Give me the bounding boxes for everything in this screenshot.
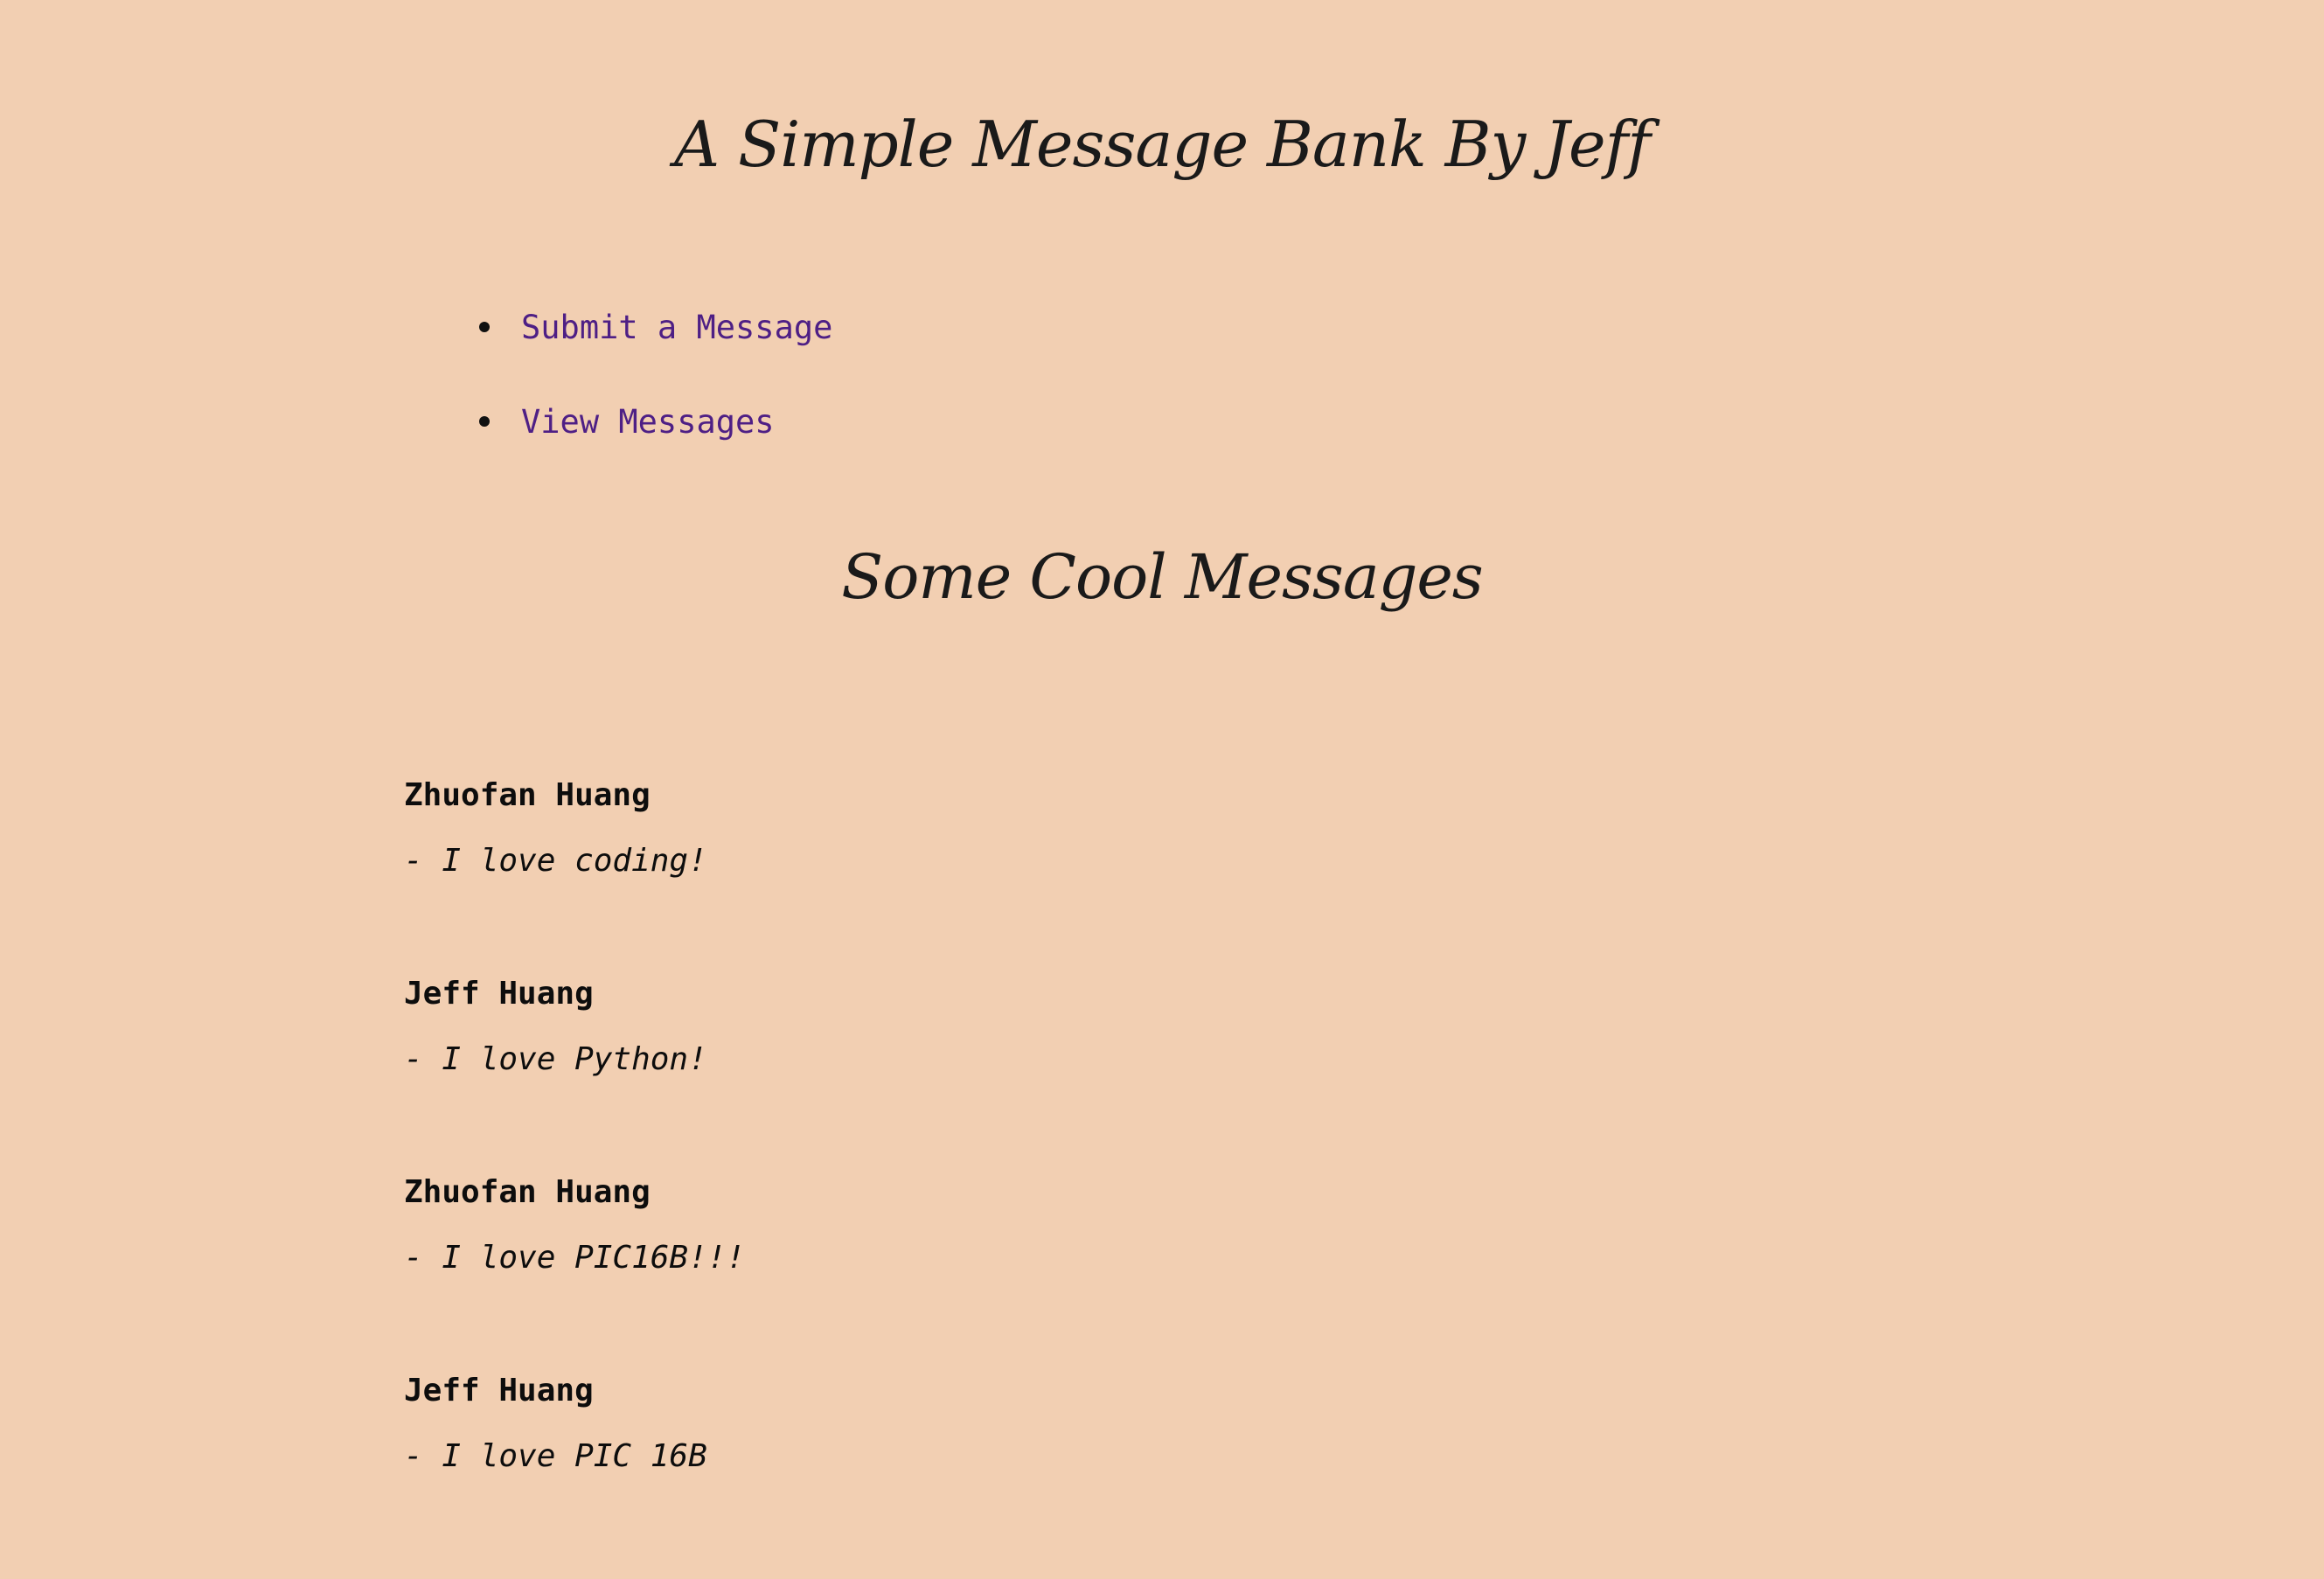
bullet-icon bbox=[479, 322, 490, 332]
bullet-icon bbox=[479, 416, 490, 427]
message-author: Zhuofan Huang bbox=[404, 777, 651, 813]
page: A Simple Message Bank By Jeff Submit a M… bbox=[0, 0, 2324, 1579]
message-item: Zhuofan Huang - I love coding! bbox=[404, 761, 745, 959]
submit-message-link[interactable]: Submit a Message bbox=[521, 309, 832, 346]
message-text: - I love Python! bbox=[404, 1041, 707, 1077]
nav-item-view: View Messages bbox=[470, 374, 832, 469]
page-title: A Simple Message Bank By Jeff bbox=[674, 108, 1651, 181]
nav-item-submit: Submit a Message bbox=[470, 280, 832, 374]
message-text: - I love PIC16B!!! bbox=[404, 1240, 746, 1276]
message-author: Zhuofan Huang bbox=[404, 1174, 651, 1210]
message-item: Zhuofan Huang - I love PIC16B!!! bbox=[404, 1158, 745, 1356]
nav-list: Submit a Message View Messages bbox=[470, 280, 832, 469]
message-item: Jeff Huang - I love PIC 16B bbox=[404, 1356, 745, 1555]
message-author: Jeff Huang bbox=[404, 976, 594, 1012]
message-text: - I love coding! bbox=[404, 843, 707, 879]
message-item: Jeff Huang - I love Python! bbox=[404, 959, 745, 1158]
view-messages-link[interactable]: View Messages bbox=[521, 403, 775, 441]
message-list: Zhuofan Huang - I love coding! Jeff Huan… bbox=[404, 761, 745, 1555]
message-text: - I love PIC 16B bbox=[404, 1438, 707, 1474]
message-author: Jeff Huang bbox=[404, 1373, 594, 1409]
section-title: Some Cool Messages bbox=[841, 541, 1483, 613]
